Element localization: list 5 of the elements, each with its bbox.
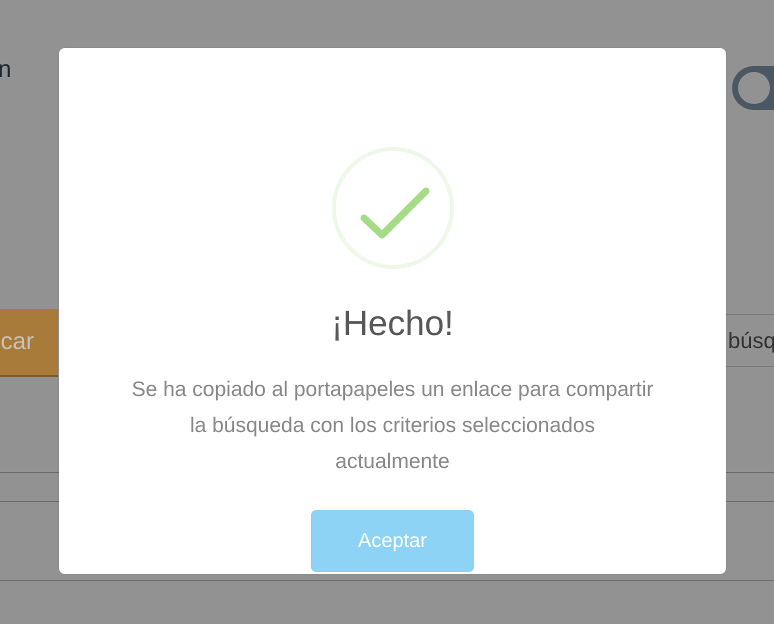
accept-button[interactable]: Aceptar xyxy=(311,510,474,572)
search-button[interactable]: car xyxy=(0,309,58,377)
search-field[interactable]: búsq xyxy=(726,314,774,367)
dialog-message: Se ha copiado al portapapeles un enlace para compartir la búsqueda con los criterios seleccionados actualmente xyxy=(132,377,654,475)
dialog-title: ¡Hecho! xyxy=(331,303,454,345)
